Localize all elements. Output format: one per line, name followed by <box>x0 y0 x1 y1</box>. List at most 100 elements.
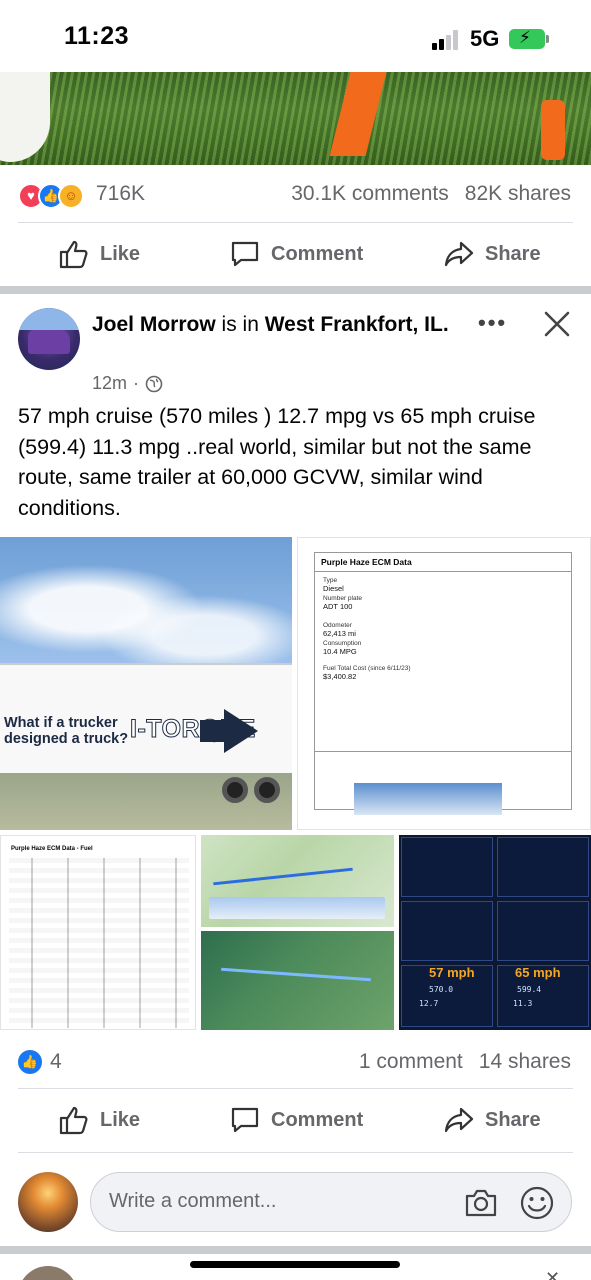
table-title: Purple Haze ECM Data - Fuel <box>11 846 93 852</box>
post-meta: 12m · <box>92 373 163 394</box>
battery-icon: ⚡ <box>509 28 545 49</box>
doc-field-label: Fuel Total Cost (since 6/11/23) <box>323 665 411 672</box>
dash-mpg-65: 11.3 <box>513 999 533 1008</box>
care-reaction-icon: ☺ <box>58 183 84 209</box>
network-type: 5G <box>470 26 500 51</box>
avatar-truck <box>28 330 70 354</box>
location-connector: is in <box>215 313 265 336</box>
media-fuel-table[interactable]: Purple Haze ECM Data - Fuel <box>0 835 196 1030</box>
comment-placeholder: Write a comment... <box>109 1190 277 1212</box>
close-icon[interactable]: ✕ <box>545 1268 560 1280</box>
wheel <box>254 777 280 803</box>
doc-field-value: $3,400.82 <box>323 672 357 681</box>
shares-count[interactable]: 82K shares <box>465 182 571 205</box>
dash-screen <box>497 837 589 897</box>
dash-distance-57: 570.0 <box>429 985 454 994</box>
status-time: 11:23 <box>64 22 130 50</box>
reaction-count[interactable]: 716K <box>96 182 145 206</box>
post-engagement-stats[interactable]: 👍 4 1 comment 14 shares <box>0 1038 591 1086</box>
doc-field-value: ADT 100 <box>323 602 353 611</box>
author-avatar[interactable] <box>18 308 80 370</box>
emoji-icon[interactable] <box>519 1185 555 1221</box>
divider <box>18 1152 573 1153</box>
engagement-stats: 30.1K comments 82K shares <box>275 182 571 206</box>
dash-distance-65: 599.4 <box>517 985 542 994</box>
author-name[interactable]: Joel Morrow <box>92 313 216 336</box>
like-reaction-icon: 👍 <box>18 1050 42 1074</box>
reaction-icons: ♥ 👍 ☺ <box>18 183 98 209</box>
like-button[interactable]: Like <box>58 238 140 270</box>
doc-field-label: Odometer <box>323 622 352 629</box>
wheel <box>222 777 248 803</box>
like-label: Like <box>100 1108 141 1131</box>
divider <box>18 222 573 223</box>
post-author-line: Joel Morrow is in West Frankfort, IL. <box>92 310 462 340</box>
divider <box>18 1088 573 1089</box>
arrow-shape <box>200 720 226 742</box>
home-indicator[interactable] <box>190 1261 400 1268</box>
doc-photo-thumbnail <box>354 783 502 815</box>
table-rows <box>9 858 189 1028</box>
arrow-icon <box>224 709 258 753</box>
globe-icon <box>145 375 163 392</box>
previous-post-reactions[interactable]: ♥ 👍 ☺ 716K 30.1K comments 82K shares <box>0 170 591 222</box>
dash-screen <box>497 901 589 961</box>
post-time[interactable]: 12m <box>92 373 127 394</box>
post-text: 57 mph cruise (570 miles ) 12.7 mpg vs 6… <box>18 404 536 520</box>
media-dashboard-screens[interactable]: 57 mph 65 mph 570.0 599.4 12.7 11.3 <box>399 835 591 1030</box>
share-icon <box>444 1107 474 1133</box>
post-actions: Like Comment Share <box>0 1090 591 1150</box>
doc-field-value: 62,413 mi <box>323 629 356 638</box>
battery-cap <box>546 35 549 43</box>
more-icon[interactable]: ••• <box>478 310 507 336</box>
charging-bolt-icon: ⚡ <box>519 28 531 47</box>
comment-icon <box>231 1107 259 1133</box>
status-bar: 11:23 5G ⚡ <box>0 0 591 72</box>
comment-button[interactable]: Comment <box>229 238 363 270</box>
previous-post-photo[interactable] <box>0 72 591 165</box>
user-avatar[interactable] <box>18 1172 78 1232</box>
close-icon[interactable] <box>543 310 571 338</box>
dash-speed-57: 57 mph <box>429 965 475 980</box>
like-button[interactable]: Like <box>58 1104 140 1136</box>
engagement-stats: 1 comment 14 shares <box>343 1050 571 1074</box>
ground <box>0 773 292 830</box>
reaction-count[interactable]: 4 <box>50 1050 62 1074</box>
comments-count[interactable]: 30.1K comments <box>291 182 449 205</box>
share-button[interactable]: Share <box>443 238 541 270</box>
doc-field-value: 10.4 MPG <box>323 647 357 656</box>
dash-screen <box>401 837 493 897</box>
location-name[interactable]: West Frankfort, IL. <box>265 313 449 336</box>
share-icon <box>444 241 474 267</box>
like-label: Like <box>100 242 141 265</box>
grass-texture <box>0 72 591 165</box>
doc-field-value: Diesel <box>323 584 344 593</box>
share-label: Share <box>485 1108 541 1131</box>
comment-icon <box>231 241 259 267</box>
signal-icon <box>432 30 462 50</box>
media-route-maps[interactable] <box>201 835 394 1030</box>
like-icon <box>59 240 88 269</box>
comment-button[interactable]: Comment <box>229 1104 363 1136</box>
dash-mpg-57: 12.7 <box>419 999 439 1008</box>
post-media-grid: What if a trucker designed a truck? I-TO… <box>0 537 591 1030</box>
share-label: Share <box>485 242 541 265</box>
meta-dot: · <box>133 373 140 393</box>
doc-field-label: Consumption <box>323 640 362 647</box>
shares-count[interactable]: 14 shares <box>479 1050 571 1073</box>
media-ecm-document[interactable]: Purple Haze ECM Data Type Diesel Number … <box>297 537 591 830</box>
doc-field-label: Number plate <box>323 595 363 602</box>
trailer-slogan: What if a trucker designed a truck? <box>4 715 129 747</box>
camera-icon[interactable] <box>463 1187 499 1219</box>
dash-screen <box>401 901 493 961</box>
doc-rule <box>315 571 571 572</box>
doc-rule <box>315 751 571 752</box>
orange-flag <box>541 100 565 160</box>
comment-input[interactable]: Write a comment... <box>90 1172 572 1232</box>
media-trailer-photo[interactable]: What if a trucker designed a truck? I-TO… <box>0 537 292 830</box>
comments-count[interactable]: 1 comment <box>359 1050 463 1073</box>
doc-field-label: Type <box>323 577 338 584</box>
elevation-profile <box>209 897 385 919</box>
share-button[interactable]: Share <box>443 1104 541 1136</box>
post-separator <box>0 1246 591 1254</box>
